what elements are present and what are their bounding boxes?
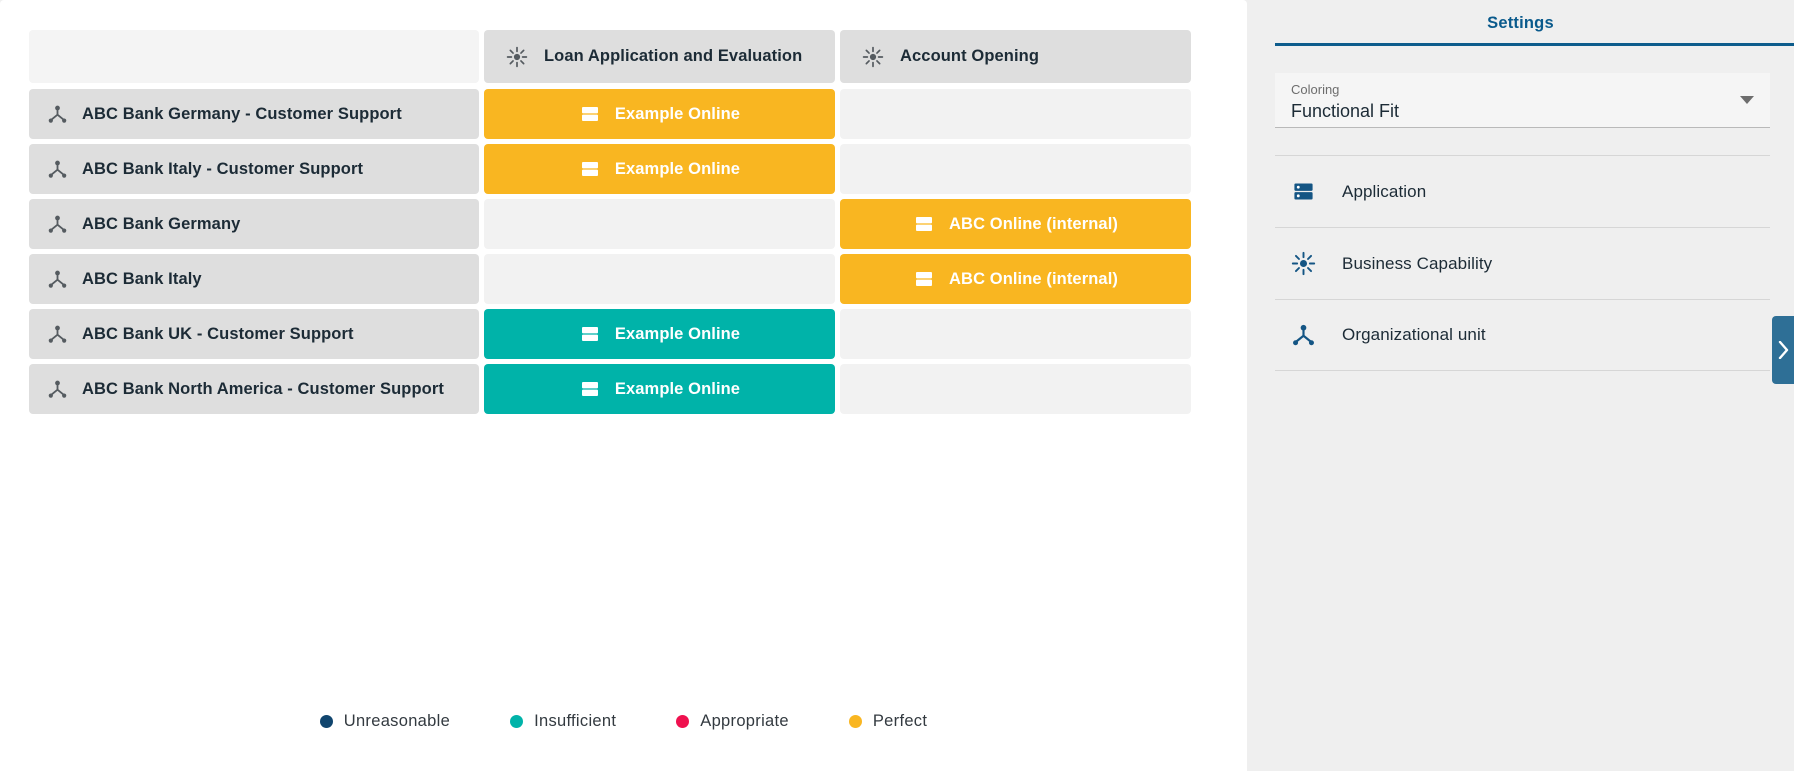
matrix-corner-cell xyxy=(29,30,479,83)
matrix-row: ABC Bank Germany ABC Online (internal) xyxy=(29,199,1191,249)
matrix-cell-empty xyxy=(840,144,1191,194)
entity-type-label: Business Capability xyxy=(1342,253,1493,273)
matrix-column-header-label: Account Opening xyxy=(900,47,1039,65)
organizational-unit-icon xyxy=(47,214,68,235)
matrix-row: ABC Bank North America - Customer Suppor… xyxy=(29,364,1191,414)
matrix-row: ABC Bank Germany - Customer Support Exam… xyxy=(29,89,1191,139)
matrix-column-header[interactable]: Account Opening xyxy=(840,30,1191,83)
organizational-unit-icon xyxy=(47,379,68,400)
matrix-row-header-label: ABC Bank UK - Customer Support xyxy=(82,324,354,343)
chevron-right-icon xyxy=(1778,341,1788,359)
coloring-select-label: Coloring xyxy=(1291,82,1340,97)
matrix-cell-empty xyxy=(840,309,1191,359)
matrix-cell-empty xyxy=(484,199,835,249)
matrix-row-header-label: ABC Bank Italy - Customer Support xyxy=(82,159,364,178)
business-capability-icon xyxy=(862,46,884,68)
matrix-row: ABC Bank Italy - Customer Support Exampl… xyxy=(29,144,1191,194)
legend-item[interactable]: Appropriate xyxy=(676,712,789,731)
entity-type-label: Application xyxy=(1342,181,1427,201)
matrix-cell-empty xyxy=(484,254,835,304)
entity-type-row[interactable]: Organizational unit xyxy=(1275,299,1770,371)
business-capability-icon xyxy=(506,46,528,68)
matrix-cell-label: Example Online xyxy=(614,159,741,178)
tab-settings[interactable]: Settings xyxy=(1487,14,1554,33)
matrix-row-header-label: ABC Bank North America - Customer Suppor… xyxy=(82,379,444,398)
application-icon xyxy=(579,103,601,125)
sidebar-tabbar: Settings xyxy=(1247,0,1794,46)
application-icon xyxy=(579,158,601,180)
legend-color-dot xyxy=(848,715,862,728)
matrix-header-row: Loan Application and Evaluation Account O… xyxy=(29,30,1191,83)
matrix-row: ABC Bank UK - Customer Support Example O… xyxy=(29,309,1191,359)
legend-item-label: Perfect xyxy=(872,712,928,730)
application-icon xyxy=(579,378,601,400)
organizational-unit-icon xyxy=(47,324,68,345)
matrix-cell-tile[interactable]: Example Online xyxy=(484,309,835,359)
legend-item[interactable]: Insufficient xyxy=(510,712,616,731)
legend-color-dot xyxy=(510,715,524,728)
application-icon xyxy=(579,323,601,345)
matrix-row-header[interactable]: ABC Bank UK - Customer Support xyxy=(29,309,479,359)
matrix-canvas-panel: Loan Application and Evaluation Account O… xyxy=(0,0,1247,771)
matrix-cell-label: Example Online xyxy=(614,379,741,398)
matrix-row-header[interactable]: ABC Bank Germany xyxy=(29,199,479,249)
legend-color-dot xyxy=(319,715,333,728)
matrix-row-header[interactable]: ABC Bank Germany - Customer Support xyxy=(29,89,479,139)
entity-type-row[interactable]: Business Capability xyxy=(1275,227,1770,299)
legend-color-dot xyxy=(676,715,690,728)
legend-item-label: Unreasonable xyxy=(343,712,451,730)
settings-sidebar: Settings Coloring Functional Fit Applica… xyxy=(1247,0,1794,771)
sidebar-collapse-button[interactable] xyxy=(1772,316,1794,384)
matrix-cell-empty xyxy=(840,364,1191,414)
coloring-select[interactable]: Coloring Functional Fit xyxy=(1275,73,1770,128)
matrix-grid: Loan Application and Evaluation Account O… xyxy=(29,30,1191,419)
matrix-cell-empty xyxy=(840,89,1191,139)
organizational-unit-icon xyxy=(47,104,68,125)
matrix-cell-label: ABC Online (internal) xyxy=(949,269,1118,288)
matrix-column-header-label: Loan Application and Evaluation xyxy=(544,47,803,65)
entity-type-label: Organizational unit xyxy=(1342,325,1486,344)
matrix-row-header[interactable]: ABC Bank North America - Customer Suppor… xyxy=(29,364,479,414)
application-icon xyxy=(913,268,935,290)
matrix-cell-tile[interactable]: Example Online xyxy=(484,364,835,414)
legend-item-label: Appropriate xyxy=(700,712,789,730)
matrix-cell-label: Example Online xyxy=(614,104,741,123)
matrix-row-header[interactable]: ABC Bank Italy xyxy=(29,254,479,304)
business-capability-icon xyxy=(1291,251,1316,276)
matrix-cell-tile[interactable]: ABC Online (internal) xyxy=(840,199,1191,249)
chevron-down-icon[interactable] xyxy=(1740,96,1754,104)
matrix-row: ABC Bank Italy ABC Online (internal) xyxy=(29,254,1191,304)
matrix-row-header[interactable]: ABC Bank Italy - Customer Support xyxy=(29,144,479,194)
organizational-unit-icon xyxy=(47,159,68,180)
matrix-report-screen: Loan Application and Evaluation Account O… xyxy=(0,0,1794,771)
matrix-cell-label: ABC Online (internal) xyxy=(949,214,1118,233)
application-icon xyxy=(913,213,935,235)
legend-item[interactable]: Unreasonable xyxy=(319,712,451,731)
matrix-cell-tile[interactable]: ABC Online (internal) xyxy=(840,254,1191,304)
legend-item-label: Insufficient xyxy=(534,712,617,730)
organizational-unit-icon xyxy=(1291,323,1316,348)
coloring-select-value: Functional Fit xyxy=(1291,101,1400,121)
legend-item[interactable]: Perfect xyxy=(848,712,928,731)
application-icon xyxy=(1291,179,1316,204)
matrix-row-header-label: ABC Bank Germany - Customer Support xyxy=(82,104,402,123)
entity-type-list: Application Business Capability Organizat… xyxy=(1247,155,1794,371)
legend: Unreasonable Insufficient Appropriate Perfe… xyxy=(0,712,1247,731)
matrix-cell-tile[interactable]: Example Online xyxy=(484,144,835,194)
organizational-unit-icon xyxy=(47,269,68,290)
matrix-cell-label: Example Online xyxy=(614,324,741,343)
matrix-row-header-label: ABC Bank Germany xyxy=(82,214,241,233)
tab-active-underline xyxy=(1275,43,1794,46)
matrix-row-header-label: ABC Bank Italy xyxy=(82,269,202,288)
matrix-column-header[interactable]: Loan Application and Evaluation xyxy=(484,30,835,83)
entity-type-row[interactable]: Application xyxy=(1275,155,1770,227)
matrix-cell-tile[interactable]: Example Online xyxy=(484,89,835,139)
